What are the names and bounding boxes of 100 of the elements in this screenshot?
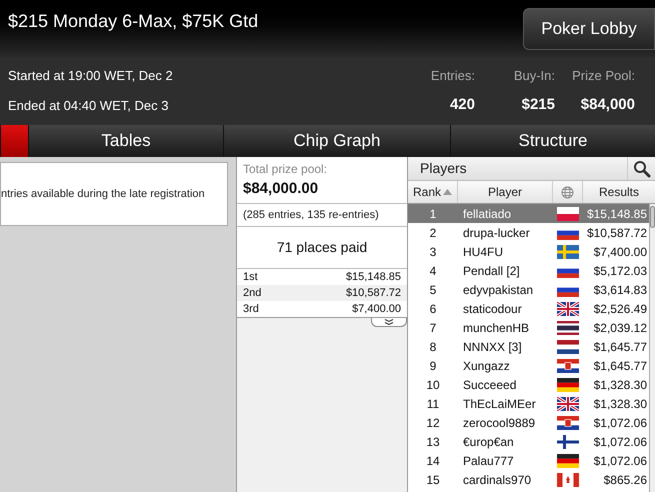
player-row[interactable]: 4 Pendall [2] $5,172.03: [408, 261, 649, 280]
stat-value: $84,000: [580, 95, 635, 115]
payout-place: 3rd: [243, 302, 259, 317]
player-name: staticodour: [462, 300, 523, 318]
result-cell-text: $3,614.83: [592, 282, 648, 298]
column-header[interactable]: Player: [458, 181, 553, 203]
player-row[interactable]: 15 cardinals970 $865.26: [408, 470, 649, 489]
player-row[interactable]: 14 Palau777 $1,072.06: [408, 451, 649, 470]
double-chevron-icon: [384, 319, 394, 325]
result-cell-text: $15,148.85: [586, 206, 648, 222]
player-name: zerocool9889: [462, 414, 536, 432]
result-cell-text: $1,072.06: [592, 434, 648, 450]
rank-cell-text: 5: [428, 282, 438, 298]
flag-icon: [557, 434, 579, 448]
payout-place: 1st: [243, 270, 258, 285]
flag-icon: [557, 320, 579, 334]
prize-pool-label: Total prize pool:: [243, 161, 328, 178]
player-row[interactable]: 1 fellatiado $15,148.85: [408, 204, 649, 223]
tab[interactable]: [0, 125, 28, 157]
column-header[interactable]: Rank: [408, 181, 458, 203]
result-cell-text: $1,645.77: [592, 338, 648, 356]
player-row[interactable]: 2 drupa-lucker $10,587.72: [408, 223, 649, 242]
result-cell-text: $1,072.06: [592, 452, 648, 470]
rank-cell-text: 13: [425, 434, 441, 450]
search-icon: [632, 160, 650, 178]
player-row[interactable]: 11 ThEcLaiMEer $1,328.30: [408, 394, 649, 413]
rank-cell-text: 14: [425, 452, 441, 470]
rank-cell-text: 12: [425, 414, 441, 432]
player-row[interactable]: 10 Succeeed $1,328.30: [408, 375, 649, 394]
stat-value: $215: [522, 95, 555, 115]
rank-cell-text: 10: [425, 376, 441, 394]
flag-icon: [557, 358, 579, 372]
rank-cell-text: 6: [428, 300, 438, 318]
result-cell-text: $1,328.30: [592, 376, 648, 394]
end-time: Ended at 04:40 WET, Dec 3: [8, 97, 170, 116]
player-name: drupa-lucker: [462, 224, 531, 242]
players-title: Players: [419, 159, 467, 178]
flag-icon: [557, 396, 579, 410]
stat-label: Prize Pool:: [572, 66, 635, 84]
result-cell-text: $7,400.00: [592, 244, 648, 260]
rank-cell-text: 9: [428, 358, 438, 374]
rank-cell-text: 7: [428, 320, 438, 336]
tab[interactable]: Structure: [450, 125, 655, 157]
result-cell-text: $1,072.06: [592, 414, 648, 432]
player-name: Xungazz: [462, 358, 511, 374]
player-name: €urop€an: [462, 434, 515, 450]
result-cell-text: $5,172.03: [592, 262, 648, 280]
tab[interactable]: Tables: [28, 125, 223, 157]
player-row[interactable]: 3 HU4FU $7,400.00: [408, 242, 649, 261]
player-name: Succeeed: [462, 376, 518, 394]
column-header[interactable]: Results: [583, 181, 655, 203]
sort-ascending-icon: [443, 189, 452, 195]
globe-icon: [561, 186, 574, 198]
rank-cell-text: 3: [428, 244, 438, 260]
player-name: cardinals970: [462, 472, 532, 488]
player-name: ThEcLaiMEer: [462, 396, 537, 412]
rank-cell-text: 1: [428, 206, 438, 222]
player-name: Palau777: [462, 452, 515, 470]
tab[interactable]: Chip Graph: [223, 125, 450, 157]
expand-button[interactable]: [371, 318, 407, 327]
stat-label: Entries:: [430, 66, 475, 84]
tournament-title: $215 Monday 6-Max, $75K Gtd: [7, 10, 258, 33]
player-name: munchenHB: [462, 320, 530, 336]
payout-place: 2nd: [243, 286, 262, 301]
rank-cell-text: 4: [428, 262, 438, 280]
player-name: Pendall [2]: [462, 262, 521, 280]
player-row[interactable]: 12 zerocool9889 $1,072.06: [408, 413, 649, 432]
result-cell-text: $10,587.72: [586, 224, 648, 242]
result-cell-text: $1,645.77: [592, 358, 648, 374]
rank-cell-text: 15: [425, 472, 441, 488]
start-time: Started at 19:00 WET, Dec 2: [8, 67, 173, 86]
flag-icon: [557, 472, 579, 486]
flag-icon: [557, 378, 579, 392]
payout-amount: $10,587.72: [346, 286, 401, 301]
payout-amount: $15,148.85: [346, 270, 401, 285]
flag-icon: [557, 302, 579, 316]
player-name: HU4FU: [462, 244, 504, 260]
stat-value: 420: [450, 95, 475, 115]
prize-pool-total: $84,000.00: [243, 179, 320, 199]
player-row[interactable]: 5 edyvpakistan $3,614.83: [408, 280, 649, 299]
rank-cell-text: 8: [428, 338, 438, 356]
player-row[interactable]: 9 Xungazz $1,645.77: [408, 356, 649, 375]
player-row[interactable]: 6 staticodour $2,526.49: [408, 299, 649, 318]
flag-icon: [557, 454, 579, 468]
poker-lobby-button[interactable]: Poker Lobby: [523, 8, 655, 50]
flag-icon: [557, 340, 579, 354]
flag-icon: [557, 206, 579, 220]
rank-cell-text: 11: [426, 396, 440, 412]
payout-amount: $7,400.00: [352, 302, 401, 317]
result-cell-text: $2,526.49: [592, 300, 648, 318]
stat-label: Buy-In:: [514, 66, 555, 85]
notice-text: ntries available during the late registration: [1, 186, 205, 202]
flag-icon: [557, 416, 579, 430]
player-name: edyvpakistan: [462, 282, 534, 298]
rank-cell-text: 2: [428, 224, 438, 242]
result-cell-text: $865.26: [602, 472, 648, 488]
player-row[interactable]: 8 NNNXX [3] $1,645.77: [408, 337, 649, 356]
player-row[interactable]: 7 munchenHB $2,039.12: [408, 318, 649, 337]
result-cell-text: $2,039.12: [592, 320, 648, 336]
player-row[interactable]: 13 €urop€an $1,072.06: [408, 432, 649, 451]
